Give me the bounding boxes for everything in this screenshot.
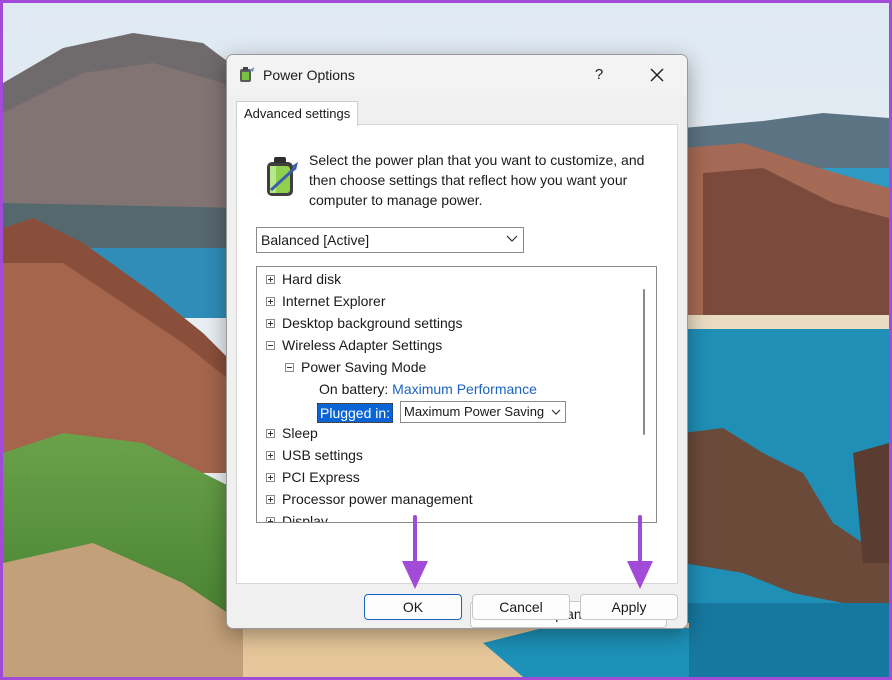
chevron-down-icon — [551, 409, 561, 415]
power-plan-dropdown[interactable]: Balanced [Active] — [256, 227, 524, 253]
window-title: Power Options — [263, 67, 355, 83]
tree-item-label: Internet Explorer — [282, 293, 386, 309]
tree-item-on-battery[interactable]: On battery: Maximum Performance — [319, 379, 537, 399]
battery-icon — [267, 157, 298, 196]
ok-button[interactable]: OK — [364, 594, 462, 620]
plugged-in-dropdown[interactable]: Maximum Power Saving — [400, 401, 566, 423]
expand-icon[interactable] — [266, 451, 275, 460]
on-battery-value[interactable]: Maximum Performance — [392, 381, 537, 397]
intro-text: Select the power plan that you want to c… — [309, 152, 645, 208]
power-options-dialog: Power Options ? Advanced settings Select… — [226, 54, 688, 629]
tree-item-label: PCI Express — [282, 469, 360, 485]
expand-icon[interactable] — [266, 473, 275, 482]
plugged-in-label: Plugged in: — [317, 403, 394, 423]
tree-item-label: Hard disk — [282, 271, 342, 287]
plugged-in-value: Maximum Power Saving — [404, 404, 545, 419]
tree-item-label: Processor power management — [282, 491, 473, 507]
expand-icon[interactable] — [266, 275, 275, 284]
annotation-arrow-apply — [627, 515, 653, 589]
tree-item-label: Wireless Adapter Settings — [282, 337, 443, 353]
expand-icon[interactable] — [266, 517, 275, 522]
tree-item-label: USB settings — [282, 447, 363, 463]
screenshot-frame: Power Options ? Advanced settings Select… — [0, 0, 892, 680]
apply-button[interactable]: Apply — [580, 594, 678, 620]
tree-item-label: Desktop background settings — [282, 315, 463, 331]
collapse-icon[interactable] — [285, 363, 294, 372]
collapse-icon[interactable] — [266, 341, 275, 350]
title-bar[interactable]: Power Options ? — [227, 55, 687, 95]
tree-scrollbar[interactable] — [643, 289, 645, 435]
power-options-icon — [240, 67, 254, 82]
tree-item-label: Sleep — [282, 425, 318, 441]
close-button[interactable] — [640, 61, 674, 89]
annotation-arrow-ok — [402, 515, 428, 589]
expand-icon[interactable] — [266, 319, 275, 328]
cancel-button[interactable]: Cancel — [472, 594, 570, 620]
on-battery-label: On battery: — [319, 381, 389, 397]
expand-icon[interactable] — [266, 429, 275, 438]
settings-tree[interactable]: Hard disk Internet Explorer Desktop back… — [256, 266, 657, 523]
tree-item-label: Power Saving Mode — [301, 359, 427, 375]
tree-item-plugged-in[interactable]: Plugged in: Maximum Power Saving — [317, 401, 637, 425]
advanced-settings-panel: Select the power plan that you want to c… — [236, 124, 678, 628]
tab-advanced-settings[interactable]: Advanced settings — [236, 101, 359, 126]
power-plan-value: Balanced [Active] — [261, 232, 370, 248]
expand-icon[interactable] — [266, 495, 275, 504]
chevron-down-icon — [506, 235, 518, 242]
close-icon — [650, 68, 664, 82]
expand-icon[interactable] — [266, 297, 275, 306]
help-button[interactable]: ? — [584, 61, 614, 89]
tree-item-label: Display — [282, 513, 328, 523]
